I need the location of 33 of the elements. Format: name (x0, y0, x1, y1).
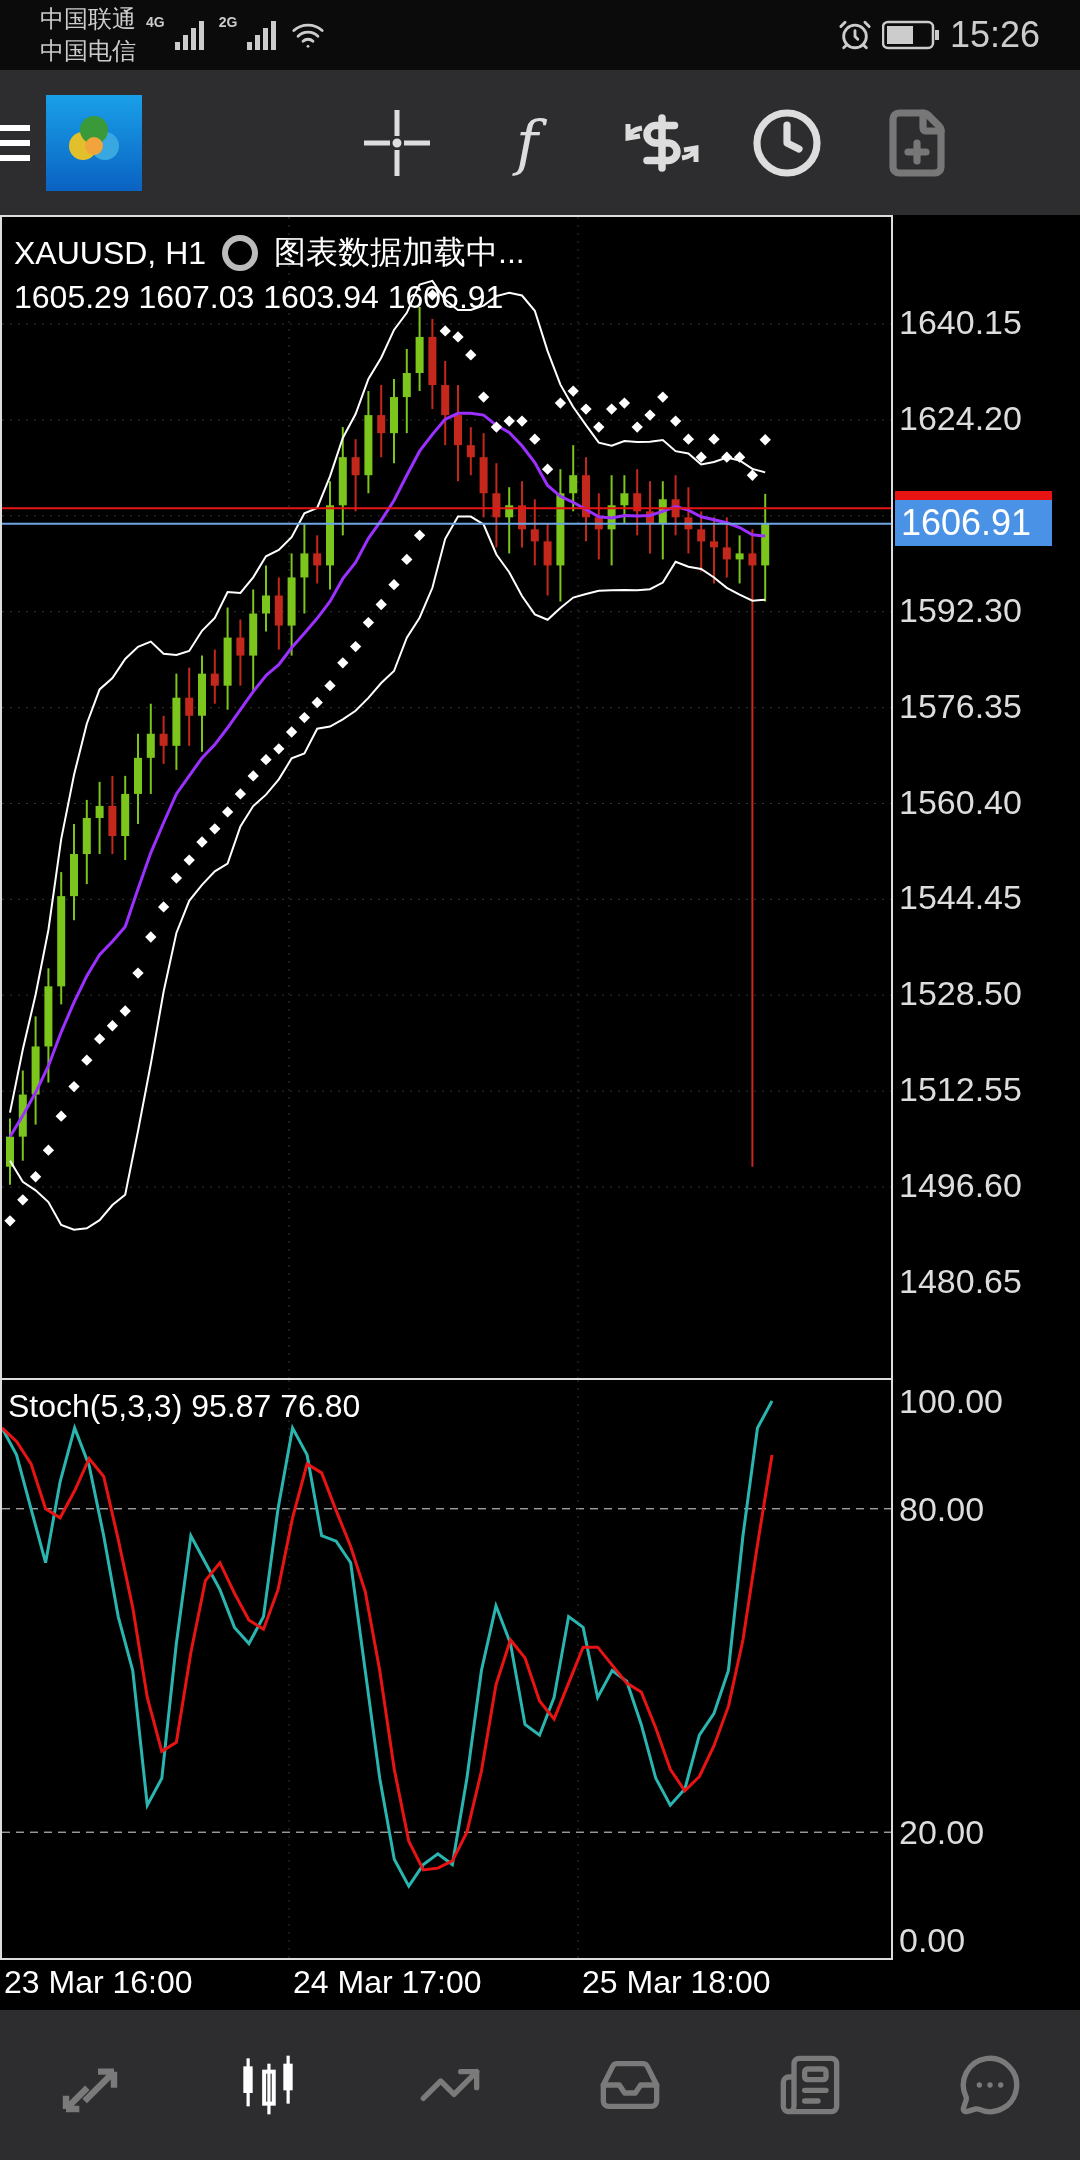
indicator-label: Stoch(5,3,3) 95.87 76.80 (8, 1388, 361, 1425)
current-price-label: 1606.91 (895, 500, 1052, 546)
network-type: 2G (218, 14, 238, 30)
price-axis-label: 1480.65 (899, 1261, 1022, 1301)
price-axis-label: 1512.55 (899, 1069, 1022, 1109)
indicator-axis-label: 0.00 (899, 1920, 966, 1960)
time-axis-label: 23 Mar 16:00 (4, 1964, 193, 2001)
price-axis-label: 1576.35 (899, 686, 1022, 726)
newspaper-icon (778, 2053, 842, 2117)
battery-icon (881, 20, 940, 50)
indicator-axis-label: 100.00 (899, 1381, 1003, 1421)
indicator-axis-label: 20.00 (899, 1812, 985, 1852)
loading-text: 图表数据加载中... (274, 233, 525, 272)
indicator-axis-label: 80.00 (899, 1489, 985, 1529)
price-axis-label: 1624.20 (899, 398, 1022, 438)
carrier-name: 中国联通 (40, 4, 136, 34)
time-axis-label: 25 Mar 18:00 (582, 1964, 771, 2001)
price-axis-label: 1592.30 (899, 590, 1022, 630)
alarm-icon (837, 18, 872, 52)
price-axis-label: 1496.60 (899, 1165, 1022, 1205)
price-axis-label: 1544.45 (899, 877, 1022, 917)
time-axis-label: 24 Mar 17:00 (293, 1964, 482, 2001)
app-logo[interactable] (46, 94, 142, 191)
chat-bubble-icon (958, 2053, 1022, 2117)
clock-time: 15:26 (949, 14, 1040, 56)
carrier-name: 中国电信 (40, 36, 136, 66)
price-axis-label: 1640.15 (899, 302, 1022, 342)
price-axis-label: 1560.40 (899, 782, 1022, 821)
price-axis-label: 1528.50 (899, 973, 1022, 1013)
loading-spinner-icon (220, 233, 261, 273)
symbol-label: XAUUSD, H1 (14, 234, 207, 272)
indicators-button[interactable]: f (462, 87, 592, 198)
network-type: 4G (146, 14, 165, 30)
